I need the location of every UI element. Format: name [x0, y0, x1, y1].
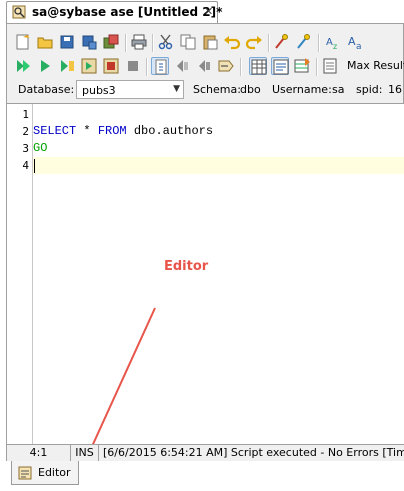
database-label: Database: — [18, 83, 75, 96]
save-all-icon[interactable] — [102, 33, 120, 51]
commit-icon[interactable] — [173, 57, 191, 75]
execute-plan-icon[interactable] — [102, 57, 120, 75]
code-line: GO — [33, 141, 404, 158]
copy-icon[interactable] — [179, 33, 197, 51]
cursor-position: 4:1 — [7, 445, 71, 462]
username-label: Username: — [272, 83, 332, 96]
tab-editor-label: Editor — [38, 466, 71, 479]
username-value: sa — [332, 83, 345, 96]
cut-icon[interactable] — [157, 33, 175, 51]
execute-explain-icon[interactable] — [80, 57, 98, 75]
code-line: SELECT * FROM dbo.authors — [33, 124, 404, 141]
svg-text:a: a — [356, 42, 362, 51]
find-replace-icon[interactable] — [295, 33, 313, 51]
svg-text:A: A — [326, 37, 333, 48]
schema-value: dbo — [240, 83, 261, 96]
save-as-icon[interactable] — [80, 33, 98, 51]
keyword-select: SELECT — [33, 124, 77, 138]
toolbar-row-1: Az Aa — [6, 31, 404, 55]
editor-icon — [18, 466, 32, 480]
undo-icon[interactable] — [223, 33, 241, 51]
results-export-icon[interactable] — [293, 57, 311, 75]
line-number: 4 — [22, 159, 29, 172]
spid-value: 16 — [388, 83, 402, 96]
code-text: dbo.authors — [126, 124, 214, 138]
text-caret — [34, 159, 35, 173]
schema-label: Schema: — [193, 83, 241, 96]
spid-label: spid: — [356, 83, 383, 96]
current-line — [33, 157, 404, 174]
results-grid-icon[interactable] — [249, 57, 267, 75]
bottom-tab-strip: Editor — [0, 461, 404, 491]
options-icon[interactable] — [321, 57, 339, 75]
tab-editor[interactable]: Editor — [11, 461, 79, 485]
svg-text:A: A — [348, 35, 356, 48]
connection-bar: Database: pubs3 ▼ Schema: dbo Username: … — [6, 80, 404, 100]
document-tab[interactable]: sa@sybase ase [Untitled 2]* ✕ — [6, 1, 222, 23]
insert-mode: INS — [71, 445, 99, 462]
line-number: 1 — [22, 108, 29, 121]
chevron-down-icon: ▼ — [173, 84, 180, 94]
line-number: 2 — [22, 125, 29, 138]
paste-icon[interactable] — [201, 33, 219, 51]
status-message: [6/6/2015 6:54:21 AM] Script executed - … — [103, 446, 404, 459]
annotation-label: Editor — [164, 259, 209, 274]
database-value: pubs3 — [82, 84, 116, 97]
database-select[interactable]: pubs3 ▼ — [76, 80, 184, 99]
case-icon[interactable]: Aa — [347, 33, 365, 51]
line-number-gutter: 1 2 3 4 — [7, 104, 33, 444]
find-icon[interactable] — [273, 33, 291, 51]
line-number: 3 — [22, 142, 29, 155]
code-text: * — [76, 124, 98, 138]
code-area[interactable]: SELECT * FROM dbo.authors GO — [33, 104, 404, 444]
redo-icon[interactable] — [245, 33, 263, 51]
save-icon[interactable] — [58, 33, 76, 51]
execute-all-icon[interactable] — [14, 57, 32, 75]
max-results-label: Max Results: — [347, 59, 404, 72]
status-bar: 4:1 INS [6/6/2015 6:54:21 AM] Script exe… — [7, 444, 404, 462]
new-script-icon[interactable] — [14, 33, 32, 51]
document-tab-title: sa@sybase ase [Untitled 2]* — [32, 5, 223, 19]
sql-editor-icon — [12, 5, 26, 19]
execute-current-icon[interactable] — [58, 57, 76, 75]
close-icon[interactable]: ✕ — [204, 5, 213, 18]
results-text-icon[interactable] — [271, 57, 289, 75]
print-icon[interactable] — [130, 33, 148, 51]
format-icon[interactable]: Az — [325, 33, 343, 51]
svg-text:z: z — [333, 42, 337, 51]
transaction-icon[interactable] — [217, 57, 235, 75]
stop-icon[interactable] — [124, 57, 142, 75]
toolbar-row-2: Max Results: — [6, 55, 404, 79]
execute-icon[interactable] — [36, 57, 54, 75]
keyword-from: FROM — [97, 124, 127, 138]
rollback-icon[interactable] — [195, 57, 213, 75]
document-tab-strip: sa@sybase ase [Untitled 2]* ✕ — [0, 0, 404, 24]
auto-commit-icon[interactable] — [151, 57, 169, 75]
open-file-icon[interactable] — [36, 33, 54, 51]
keyword-go: GO — [33, 141, 48, 155]
